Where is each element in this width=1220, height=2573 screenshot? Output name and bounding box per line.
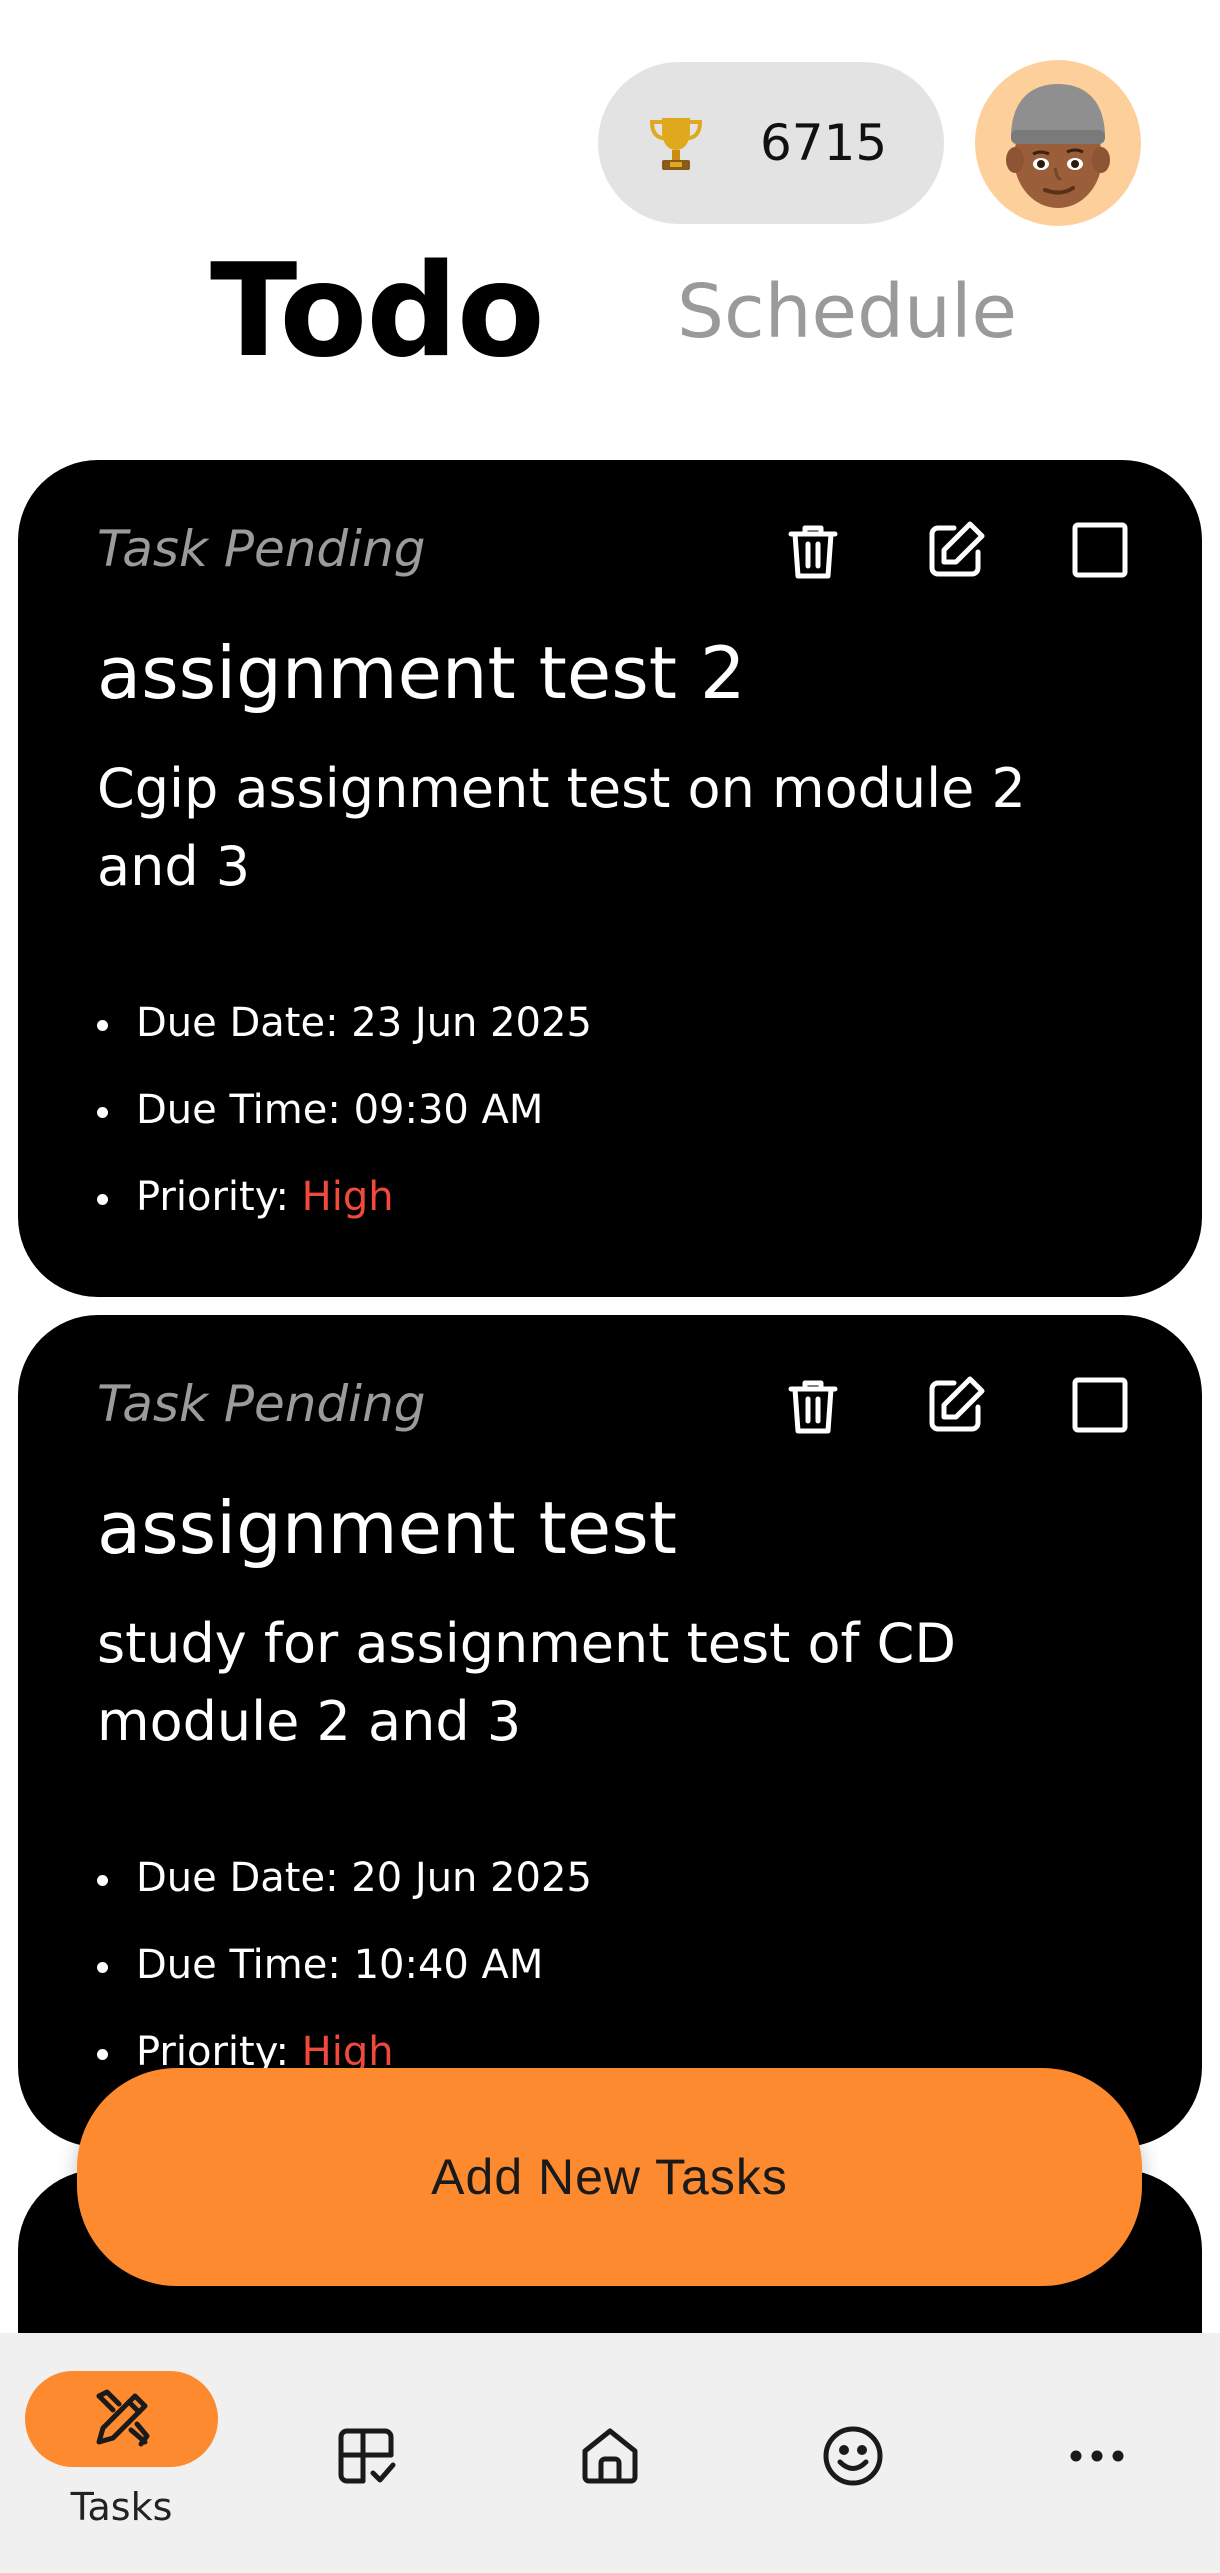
- task-description: study for assignment test of CD module 2…: [97, 1612, 956, 1753]
- due-date-label: Due Date:: [136, 1855, 339, 1901]
- due-time-label: Due Time:: [136, 1942, 341, 1988]
- smiley-icon[interactable]: [820, 2423, 886, 2489]
- more-icon[interactable]: [1064, 2423, 1130, 2489]
- task-title: assignment test 2: [97, 631, 746, 715]
- memoji-avatar: [1006, 84, 1110, 208]
- bottom-nav: Tasks: [0, 2333, 1220, 2573]
- tab-schedule[interactable]: Schedule: [677, 262, 1017, 362]
- due-time-item: Due Time: 09:30 AM: [97, 1067, 592, 1154]
- task-description: Cgip assignment test on module 2 and 3: [97, 757, 1026, 898]
- due-date-value: 23 Jun 2025: [351, 1000, 592, 1046]
- avatar[interactable]: [975, 60, 1141, 226]
- trash-icon[interactable]: [781, 518, 845, 582]
- checkbox-icon[interactable]: [1068, 1373, 1132, 1437]
- home-icon[interactable]: [577, 2423, 643, 2489]
- task-status: Task Pending: [97, 520, 426, 578]
- due-date-value: 20 Jun 2025: [351, 1855, 592, 1901]
- task-card: Task Pending assignment test 2 Cgip assi…: [18, 460, 1202, 1297]
- priority-item: Priority: High: [97, 1154, 592, 1241]
- task-card: Task Pending assignment test study for a…: [18, 1315, 1202, 2147]
- due-time-item: Due Time: 10:40 AM: [97, 1922, 592, 2009]
- due-time-value: 10:40 AM: [353, 1942, 544, 1988]
- due-date-item: Due Date: 23 Jun 2025: [97, 980, 592, 1067]
- tab-todo[interactable]: Todo: [210, 232, 545, 392]
- score-value: 6715: [760, 114, 888, 172]
- todo-screen: 6715 Todo Schedule Task Pending assignme…: [0, 0, 1220, 2573]
- due-time-value: 09:30 AM: [353, 1087, 544, 1133]
- due-date-item: Due Date: 20 Jun 2025: [97, 1835, 592, 1922]
- add-new-tasks-button[interactable]: Add New Tasks: [77, 2068, 1142, 2286]
- trophy-icon: [649, 118, 703, 170]
- due-time-label: Due Time:: [136, 1087, 341, 1133]
- priority-value: High: [301, 1174, 394, 1220]
- nav-tasks-pill: [25, 2371, 218, 2467]
- tasks-icon: [96, 2389, 149, 2447]
- edit-icon[interactable]: [924, 1373, 988, 1437]
- trash-icon[interactable]: [781, 1373, 845, 1437]
- score-pill[interactable]: 6715: [598, 62, 944, 224]
- nav-tasks-label: Tasks: [70, 2485, 173, 2529]
- priority-label: Priority:: [136, 1174, 289, 1220]
- task-title: assignment test: [97, 1486, 677, 1570]
- edit-icon[interactable]: [924, 518, 988, 582]
- task-meta-list: Due Date: 23 Jun 2025 Due Time: 09:30 AM…: [97, 980, 592, 1241]
- task-meta-list: Due Date: 20 Jun 2025 Due Time: 10:40 AM…: [97, 1835, 592, 2096]
- nav-item-tasks[interactable]: Tasks: [0, 2333, 243, 2573]
- grid-check-icon[interactable]: [333, 2423, 399, 2489]
- checkbox-icon[interactable]: [1068, 518, 1132, 582]
- due-date-label: Due Date:: [136, 1000, 339, 1046]
- task-status: Task Pending: [97, 1375, 426, 1433]
